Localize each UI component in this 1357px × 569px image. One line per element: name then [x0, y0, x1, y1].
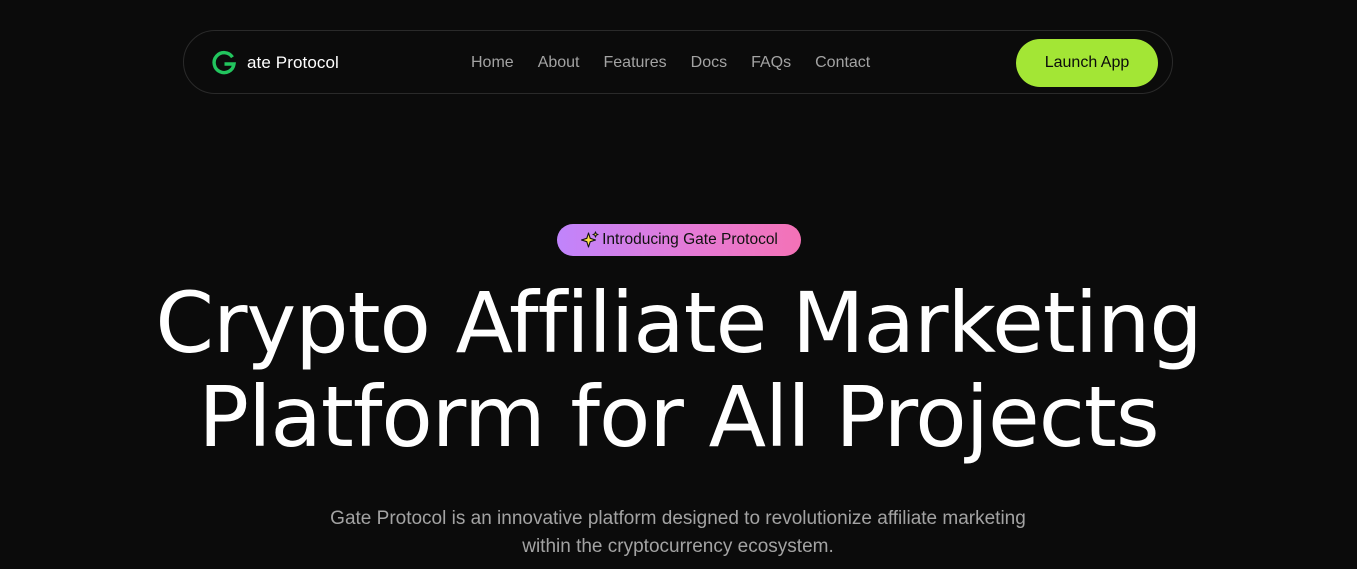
- badge-text: Introducing Gate Protocol: [602, 231, 778, 248]
- nav-link-faqs[interactable]: FAQs: [751, 52, 791, 74]
- hero-subtitle: Gate Protocol is an innovative platform …: [330, 508, 1026, 557]
- nav-link-about[interactable]: About: [538, 52, 580, 74]
- launch-app-button[interactable]: Launch App: [1016, 39, 1158, 87]
- g-logo-icon: [212, 50, 236, 75]
- nav-link-docs[interactable]: Docs: [691, 52, 727, 74]
- nav-links: Home About Features Docs FAQs Contact: [471, 52, 870, 74]
- nav-link-features[interactable]: Features: [604, 52, 667, 74]
- nav-link-contact[interactable]: Contact: [815, 52, 870, 74]
- nav-link-home[interactable]: Home: [471, 52, 514, 74]
- brand-name: ate Protocol: [247, 53, 339, 72]
- landing-page: ate Protocol Home About Features Docs FA…: [0, 0, 1357, 569]
- top-navbar: ate Protocol Home About Features Docs FA…: [183, 30, 1173, 94]
- hero-title-line-1: Crypto Affiliate Marketing: [155, 274, 1202, 372]
- sparkle-icon: [581, 231, 599, 248]
- intro-badge: Introducing Gate Protocol: [557, 224, 801, 256]
- hero-title-line-2: Platform for All Projects: [198, 368, 1159, 466]
- hero-title: Crypto Affiliate Marketing Platform for …: [0, 276, 1357, 464]
- brand[interactable]: ate Protocol: [211, 50, 339, 76]
